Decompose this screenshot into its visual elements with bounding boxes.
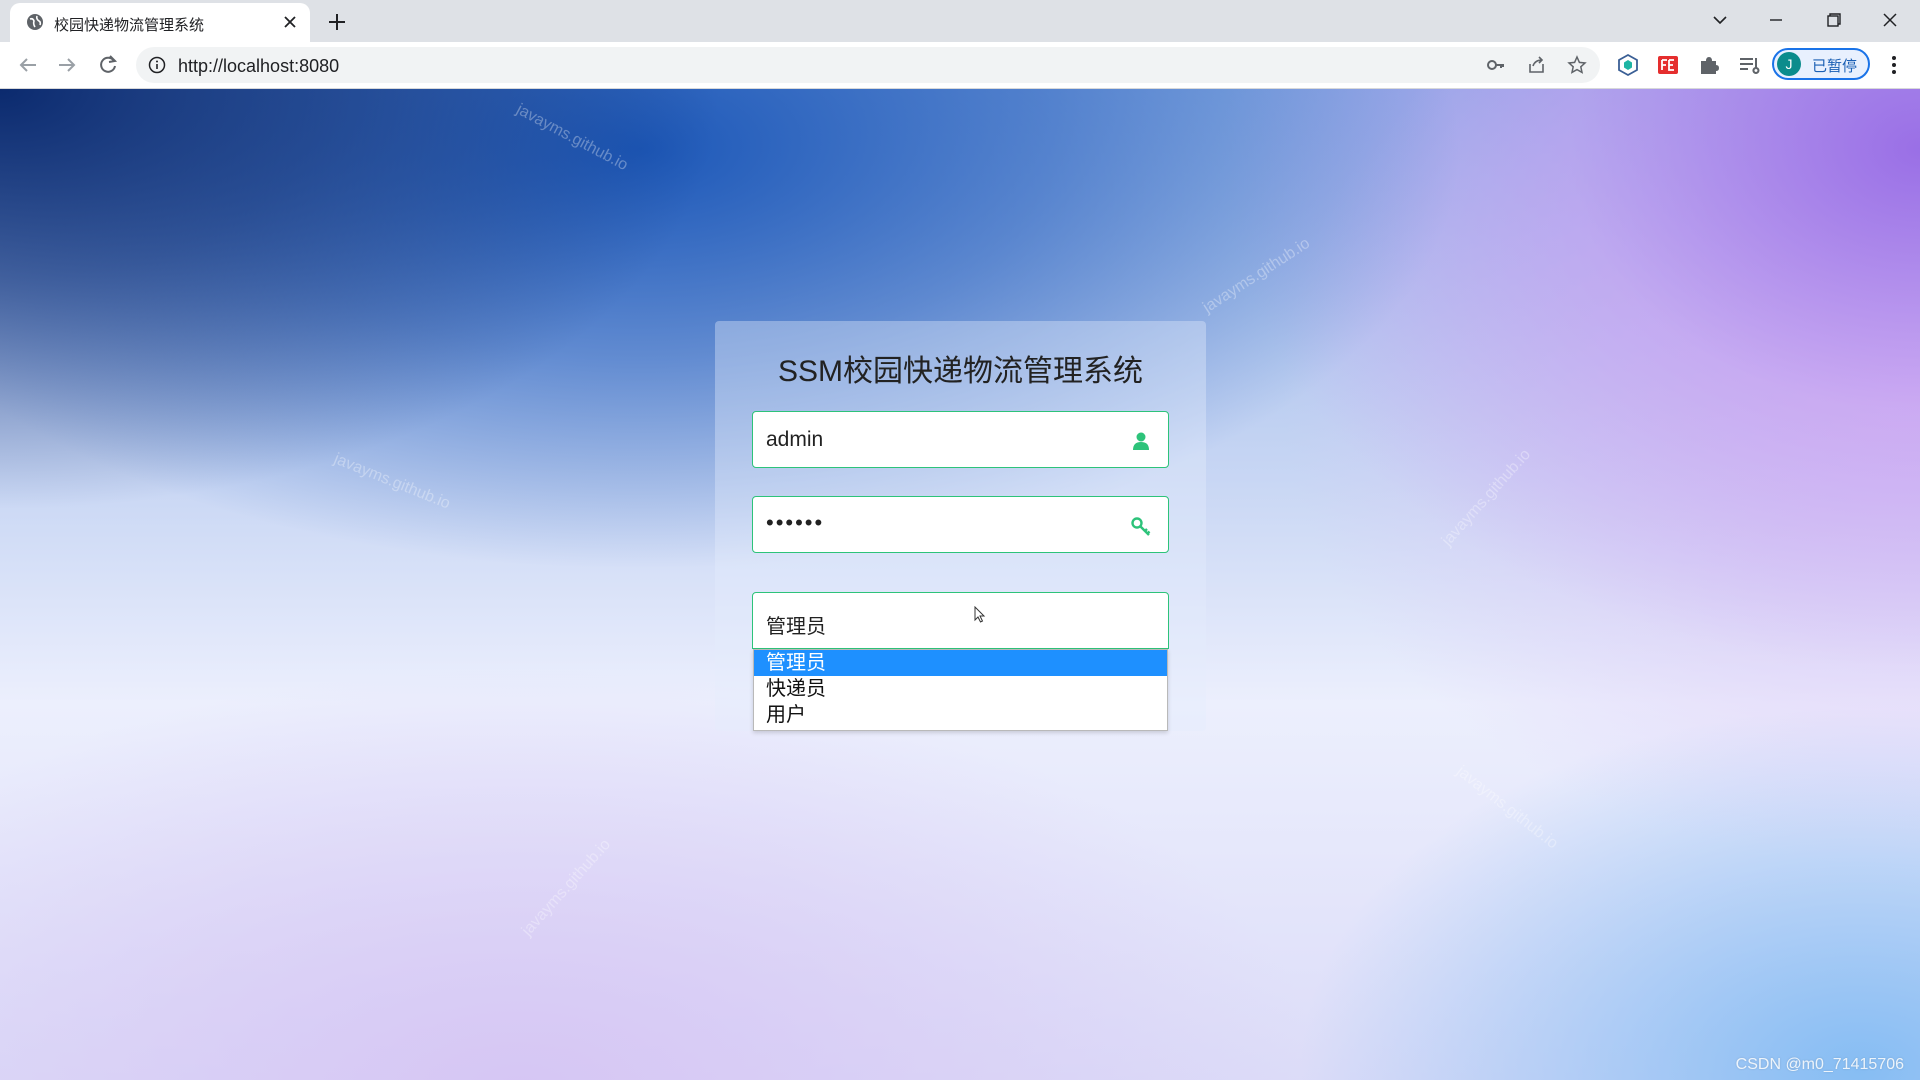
browser-toolbar: http://localhost:8080 J 已暂停 [0, 42, 1920, 89]
watermark: javayms.github.io [518, 836, 615, 940]
login-card: SSM校园快递物流管理系统 admin •••••• 管理员 管理员 快递员 用… [715, 321, 1206, 731]
role-option-user[interactable]: 用户 [754, 702, 1167, 728]
page-title: SSM校园快递物流管理系统 [777, 355, 1143, 388]
user-icon [1133, 432, 1149, 450]
address-bar[interactable]: http://localhost:8080 [136, 47, 1600, 83]
extension-fe-icon[interactable] [1656, 53, 1680, 77]
login-page: javayms.github.io javayms.github.io java… [0, 89, 1920, 1080]
restore-icon[interactable] [1813, 6, 1853, 34]
avatar: J [1777, 52, 1801, 76]
role-select[interactable]: 管理员 [752, 592, 1169, 649]
key-icon[interactable] [1486, 55, 1506, 75]
forward-arrow-icon[interactable] [53, 51, 81, 79]
close-icon[interactable] [280, 12, 300, 32]
watermark: javayms.github.io [331, 450, 453, 513]
plus-icon[interactable] [324, 9, 350, 35]
watermark: javayms.github.io [1200, 234, 1314, 317]
share-icon[interactable] [1527, 55, 1547, 75]
globe-icon [27, 14, 43, 30]
watermark: javayms.github.io [1438, 446, 1535, 550]
back-arrow-icon[interactable] [14, 51, 42, 79]
info-icon[interactable] [148, 56, 166, 74]
password-key-icon [1131, 517, 1151, 536]
profile-button[interactable]: J 已暂停 [1772, 48, 1870, 80]
password-value: •••••• [766, 510, 825, 535]
puzzle-icon[interactable] [1697, 53, 1721, 77]
star-icon[interactable] [1567, 55, 1587, 75]
watermark: javayms.github.io [513, 101, 631, 175]
username-field[interactable]: admin [752, 411, 1169, 468]
role-option-admin[interactable]: 管理员 [754, 650, 1167, 676]
minimize-icon[interactable] [1756, 6, 1796, 34]
watermark: javayms.github.io [1453, 762, 1562, 853]
password-field[interactable]: •••••• [752, 496, 1169, 553]
url-text: http://localhost:8080 [178, 56, 340, 76]
more-icon[interactable] [1882, 52, 1906, 78]
reload-icon[interactable] [94, 51, 122, 79]
username-value: admin [766, 428, 824, 451]
role-dropdown-list: 管理员 快递员 用户 [753, 649, 1168, 731]
role-option-courier[interactable]: 快递员 [754, 676, 1167, 702]
role-selected-value: 管理员 [766, 616, 826, 638]
profile-status-label: 已暂停 [1812, 58, 1858, 75]
tab-search-chevron-icon[interactable] [1700, 6, 1740, 34]
tab-title: 校园快递物流管理系统 [54, 17, 205, 34]
mouse-cursor-icon [974, 606, 986, 623]
extension-hexagon-icon[interactable] [1616, 53, 1640, 77]
browser-tabstrip: 校园快递物流管理系统 [0, 0, 1920, 42]
browser-tab[interactable]: 校园快递物流管理系统 [10, 3, 310, 42]
reading-list-icon[interactable] [1737, 53, 1761, 77]
window-close-icon[interactable] [1870, 6, 1910, 34]
credit-watermark: CSDN @m0_71415706 [1735, 1056, 1904, 1073]
